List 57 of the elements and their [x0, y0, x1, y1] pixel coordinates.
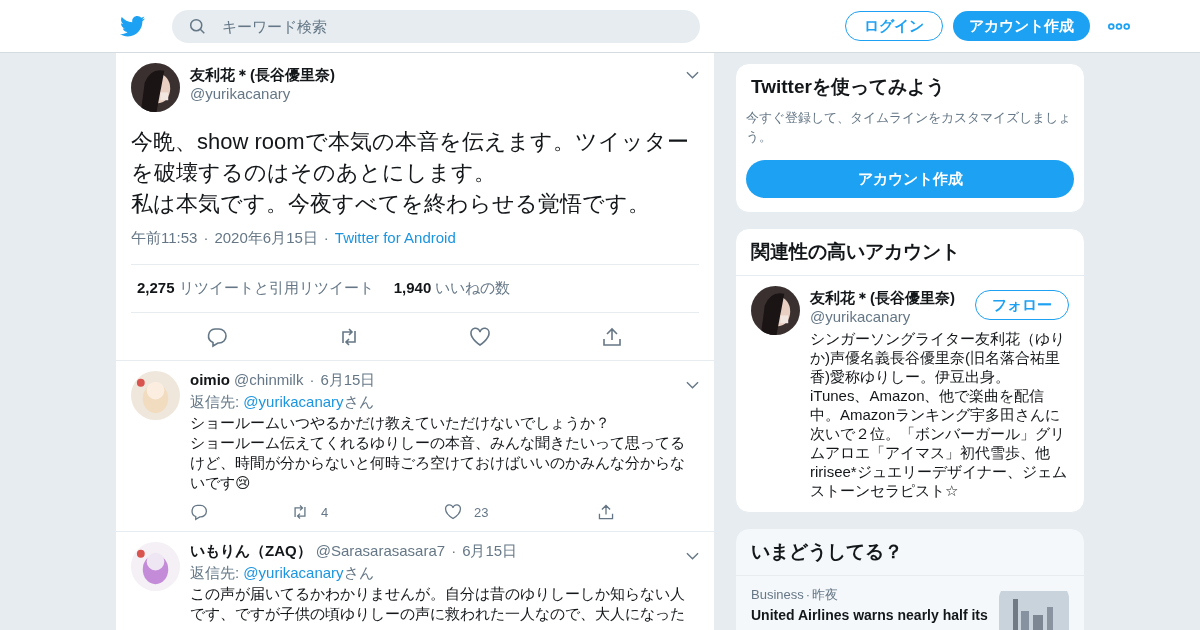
chevron-down-icon[interactable]: [686, 71, 699, 79]
account-bio: シンガーソングライター友利花（ゆりか)声優名義長谷優里奈(旧名落合祐里香)愛称ゆりしー。伊豆出身。iTunes、Amazon、他で楽曲を配信中。Amazonランキング宇多田さんに次いで２位。「ボンバーガール」グリムアロエ「アイマス」初代雪歩、他ririsee*ジュエリーデザイナー、ジェムストーンセラピスト☆: [810, 329, 1068, 500]
reply-text: ショールーム伝えてくれるゆりしーの本音、みんな聞きたいって思ってるけど、時間が分からないと何時ごろ空けておけばいいのかみんな分からないです😢: [190, 433, 686, 493]
retweet-icon[interactable]: [291, 503, 309, 521]
separator-dot: ·: [804, 587, 812, 602]
tweet-date: 2020年6月15日: [214, 229, 318, 248]
reply-icon[interactable]: [206, 326, 228, 348]
reply-author-name: oimio: [190, 371, 230, 388]
reply-text: ショールームいつやるかだけ教えていただけないでしょうか？: [190, 413, 611, 433]
reply-icon[interactable]: [190, 503, 208, 521]
account-name: 友利花＊(長谷優里奈): [810, 289, 956, 308]
chevron-down-icon[interactable]: [686, 551, 699, 560]
reply-date: 6月15日: [462, 542, 518, 561]
follow-button[interactable]: フォロー: [975, 290, 1069, 320]
reply-text: この声が届いてるかわかりませんが。自分は昔のゆりしーしか知らない人です、ですが子供の頃ゆりしーの声に救われた一人なので、大人になった: [190, 584, 686, 624]
retweet-count-link[interactable]: 2,275 リツイートと引用リツイート: [137, 279, 374, 298]
search-icon: [189, 17, 206, 35]
more-icon[interactable]: [1108, 22, 1130, 30]
reply-author-handle: @Sarasarasasara7: [315, 542, 446, 559]
tweet-time: 午前11:53: [131, 229, 198, 248]
bird-logo-icon[interactable]: [120, 15, 145, 37]
retweet-count: 4: [321, 504, 329, 520]
trend-category: Business: [751, 587, 804, 602]
reply-to-text: 返信先: @yurikacanaryさん: [190, 393, 375, 412]
account-handle: @yurikacanary: [810, 308, 912, 325]
reply-author-handle: @chinmilk: [234, 371, 304, 388]
search-field[interactable]: キーワード検索: [172, 9, 700, 43]
trend-time: 昨夜: [812, 587, 839, 602]
reply-to-text: 返信先: @yurikacanaryさん: [190, 564, 375, 583]
reply-author-name: いもりん（ZAQ）: [190, 542, 312, 561]
signup-button[interactable]: アカウント作成: [746, 160, 1074, 198]
author-name: 友利花＊(長谷優里奈): [190, 66, 336, 85]
like-count-link[interactable]: 1,940 いいねの数: [393, 279, 511, 298]
source-link[interactable]: Twitter for Android: [334, 229, 456, 248]
separator-dot: ·: [308, 371, 316, 388]
reply-date: 6月15日: [320, 371, 376, 390]
chevron-down-icon[interactable]: [686, 380, 699, 389]
card-title: 関連性の高いアカウント: [736, 229, 1084, 276]
tweet-text: 私は本気です。今夜すべてを終わらせる覚悟です。: [131, 190, 651, 218]
author-handle: @yurikacanary: [190, 85, 292, 102]
separator-dot: ·: [322, 229, 330, 248]
share-icon[interactable]: [597, 503, 615, 521]
signup-button[interactable]: アカウント作成: [953, 11, 1090, 41]
heart-icon[interactable]: [469, 326, 492, 348]
login-button[interactable]: ログイン: [845, 11, 943, 41]
mention-link[interactable]: @yurikacanary: [243, 393, 344, 410]
mention-link[interactable]: @yurikacanary: [243, 564, 344, 581]
card-title: Twitterを使ってみよう: [751, 75, 946, 99]
separator-dot: ·: [202, 229, 210, 248]
card-title: いまどうしてる？: [736, 529, 1084, 576]
share-icon[interactable]: [600, 326, 623, 348]
like-count: 23: [474, 504, 489, 520]
separator-dot: ·: [450, 542, 458, 559]
heart-icon[interactable]: [444, 503, 462, 521]
tweet-text: 今晩、show roomで本気の本音を伝えます。ツイッターを破壊するのはそのあとにします。: [131, 128, 690, 187]
card-text: 今すぐ登録して、タイムラインをカスタマイズしましょう。: [746, 109, 1072, 146]
trend-headline[interactable]: United Airlines warns nearly half its: [751, 607, 989, 623]
